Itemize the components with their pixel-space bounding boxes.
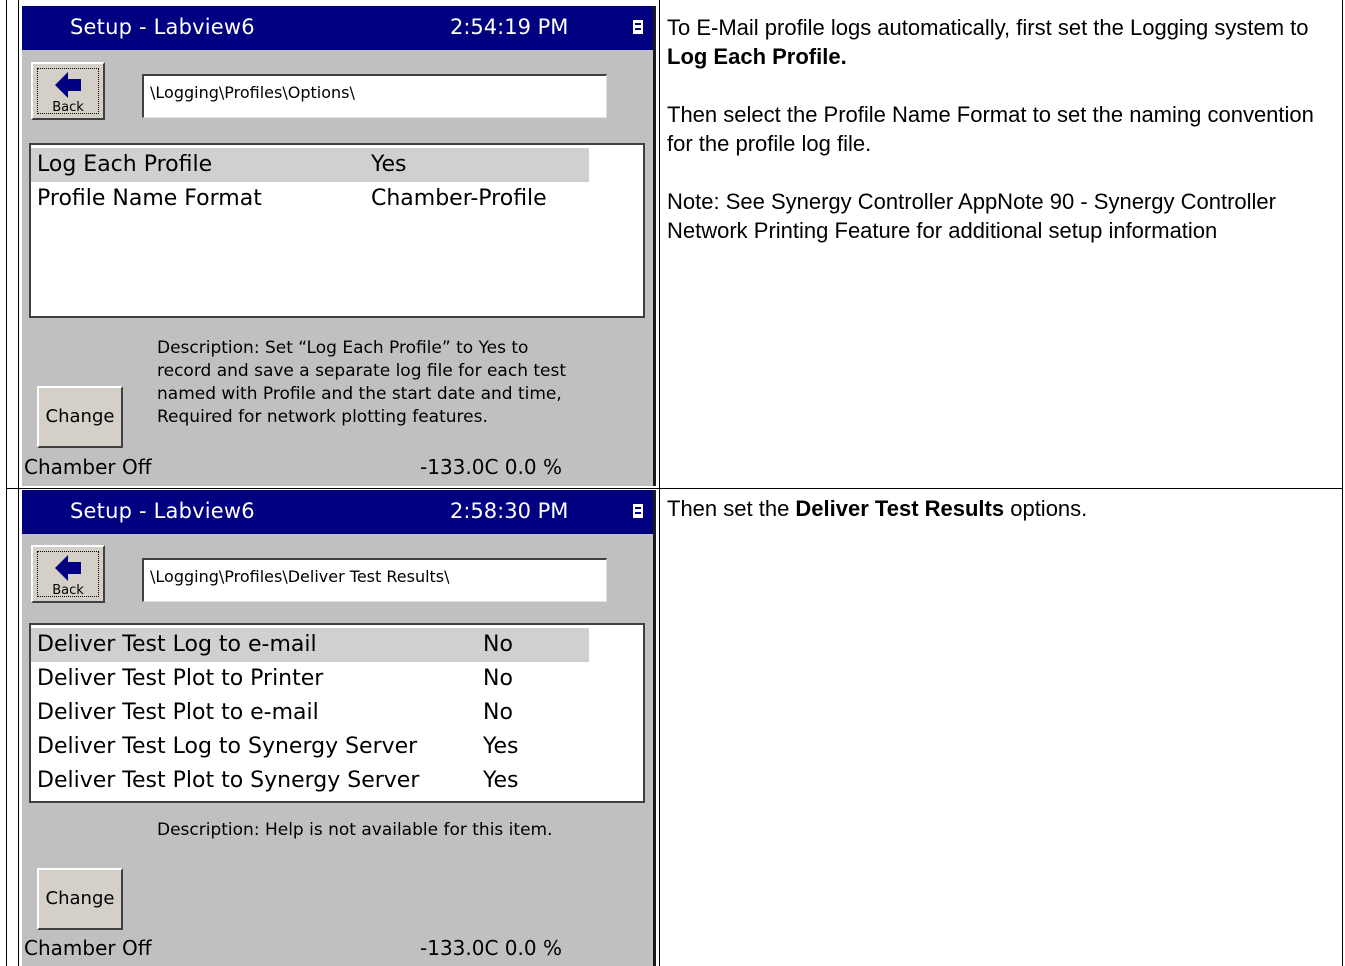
note-text: To E-Mail profile logs automatically, fi… [667, 15, 1309, 40]
list-item-label: Deliver Test Plot to Printer [37, 666, 324, 691]
note-text: Then set the [667, 496, 796, 521]
chamber-reading: -133.0C 0.0 % [420, 936, 562, 960]
note-paragraph: Then set the Deliver Test Results option… [667, 494, 1337, 523]
chamber-reading: -133.0C 0.0 % [420, 455, 562, 479]
chamber-status: Chamber Off [24, 936, 152, 960]
table-middle-border [659, 0, 660, 966]
description-line: record and save a separate log file for … [157, 361, 567, 381]
clock: 2:58:30 PM [450, 499, 569, 523]
table-right-border [1342, 0, 1343, 966]
window-title: Setup - Labview6 [70, 499, 255, 523]
status-bar: Chamber Off -133.0C 0.0 % [22, 452, 653, 482]
change-button[interactable]: Change [37, 868, 123, 930]
note-paragraph: Then select the Profile Name Format to s… [667, 102, 1314, 156]
list-item-value: No [483, 666, 513, 691]
chamber-status: Chamber Off [24, 455, 152, 479]
list-item-label: Deliver Test Plot to e-mail [37, 700, 319, 725]
list-item[interactable]: Deliver Test Plot to e-mail No [31, 696, 641, 730]
title-bar: Setup - Labview6 2:54:19 PM [22, 6, 653, 50]
device-screen-options: Setup - Labview6 2:54:19 PM Back \Loggin… [22, 6, 656, 486]
device-screen-deliver: Setup - Labview6 2:58:30 PM Back \Loggin… [22, 490, 656, 966]
list-item-value: Yes [483, 768, 519, 793]
back-arrow-icon [55, 555, 81, 581]
back-button[interactable]: Back [31, 62, 105, 120]
list-item-label: Log Each Profile [37, 152, 213, 177]
table-row-divider [6, 488, 1343, 489]
list-item-value: No [483, 700, 513, 725]
list-item-value: Yes [371, 152, 407, 177]
window-menu-icon[interactable] [633, 20, 643, 34]
back-button-label: Back [52, 100, 84, 115]
list-item-label: Deliver Test Plot to Synergy Server [37, 768, 420, 793]
back-button[interactable]: Back [31, 545, 105, 603]
description-line: named with Profile and the start date an… [157, 384, 562, 404]
description-line: Description: Set “Log Each Profile” to Y… [157, 338, 529, 358]
list-item[interactable]: Deliver Test Plot to Synergy Server Yes [31, 764, 641, 798]
list-item[interactable]: Log Each Profile Yes [31, 148, 589, 182]
instruction-text-deliver: Then set the Deliver Test Results option… [667, 494, 1337, 523]
table-left-border [6, 0, 7, 966]
title-bar: Setup - Labview6 2:58:30 PM [22, 490, 653, 534]
settings-list: Deliver Test Log to e-mail No Deliver Te… [29, 623, 645, 803]
list-item[interactable]: Deliver Test Plot to Printer No [31, 662, 641, 696]
list-item-value: Yes [483, 734, 519, 759]
back-button-label: Back [52, 583, 84, 598]
instruction-text-options: To E-Mail profile logs automatically, fi… [667, 13, 1337, 245]
table-left-inner-border [18, 0, 19, 966]
list-item-value: No [483, 632, 513, 657]
list-item-label: Deliver Test Log to e-mail [37, 632, 317, 657]
back-arrow-icon [55, 72, 81, 98]
status-bar: Chamber Off -133.0C 0.0 % [22, 933, 653, 963]
note-emphasis: Deliver Test Results [795, 496, 1005, 521]
change-button[interactable]: Change [37, 386, 123, 448]
description-line: Description: Help is not available for t… [157, 820, 553, 840]
screen-edge [653, 6, 656, 486]
note-emphasis: Log Each Profile. [667, 44, 847, 69]
note-text: options. [1004, 496, 1088, 521]
note-paragraph: To E-Mail profile logs automatically, fi… [667, 13, 1337, 71]
settings-list: Log Each Profile Yes Profile Name Format… [29, 143, 645, 318]
list-item[interactable]: Deliver Test Log to Synergy Server Yes [31, 730, 641, 764]
list-item[interactable]: Profile Name Format Chamber-Profile [31, 182, 641, 216]
note-paragraph: Note: See Synergy Controller AppNote 90 … [667, 189, 1276, 243]
clock: 2:54:19 PM [450, 15, 569, 39]
screen-edge [653, 490, 656, 966]
list-item[interactable]: Deliver Test Log to e-mail No [31, 628, 589, 662]
list-item-value: Chamber-Profile [371, 186, 547, 211]
path-field: \Logging\Profiles\Options\ [142, 74, 607, 118]
list-item-label: Deliver Test Log to Synergy Server [37, 734, 418, 759]
description-line: Required for network plotting features. [157, 407, 488, 427]
path-field: \Logging\Profiles\Deliver Test Results\ [142, 558, 607, 602]
window-title: Setup - Labview6 [70, 15, 255, 39]
list-item-label: Profile Name Format [37, 186, 262, 211]
window-menu-icon[interactable] [633, 504, 643, 518]
